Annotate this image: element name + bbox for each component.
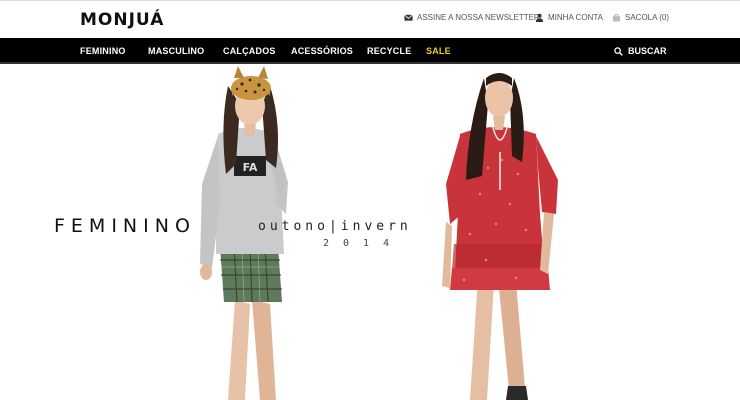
bag-link[interactable]: SACOLA (0)	[612, 13, 669, 22]
search-label: BUSCAR	[628, 46, 667, 56]
hero-title: FEMININO	[54, 215, 196, 237]
account-link[interactable]: MINHA CONTA	[535, 13, 603, 22]
nav-item-recycle[interactable]: RECYCLE	[367, 46, 411, 56]
bag-icon	[612, 13, 621, 22]
newsletter-link[interactable]: ASSINE A NOSSA NEWSLETTER!	[404, 13, 542, 22]
svg-text:FA: FA	[243, 161, 258, 174]
hero-banner[interactable]: FA FEMININO outono|invern 2014	[0, 64, 740, 400]
bag-label: SACOLA (0)	[625, 13, 670, 22]
hero-year: 2014	[323, 238, 404, 249]
search-button[interactable]: BUSCAR	[614, 46, 667, 56]
model-right-image	[442, 73, 558, 400]
nav-item-masculino[interactable]: MASCULINO	[148, 46, 204, 56]
hero-season: outono|invern	[258, 219, 412, 234]
envelope-icon	[404, 14, 413, 21]
nav-item-feminino[interactable]: FEMININO	[80, 46, 126, 56]
nav-item-sale[interactable]: SALE	[426, 46, 451, 56]
account-label: MINHA CONTA	[548, 13, 603, 22]
top-bar: MONJUÁ ASSINE A NOSSA NEWSLETTER! MINHA …	[0, 0, 740, 38]
newsletter-label: ASSINE A NOSSA NEWSLETTER!	[417, 13, 542, 22]
nav-item-acessorios[interactable]: ACESSÓRIOS	[291, 46, 353, 56]
main-nav: FEMININO MASCULINO CALÇADOS ACESSÓRIOS R…	[0, 38, 740, 64]
search-icon	[614, 46, 623, 56]
nav-item-calcados[interactable]: CALÇADOS	[223, 46, 276, 56]
user-icon	[535, 13, 544, 22]
brand-logo[interactable]: MONJUÁ	[80, 10, 164, 30]
